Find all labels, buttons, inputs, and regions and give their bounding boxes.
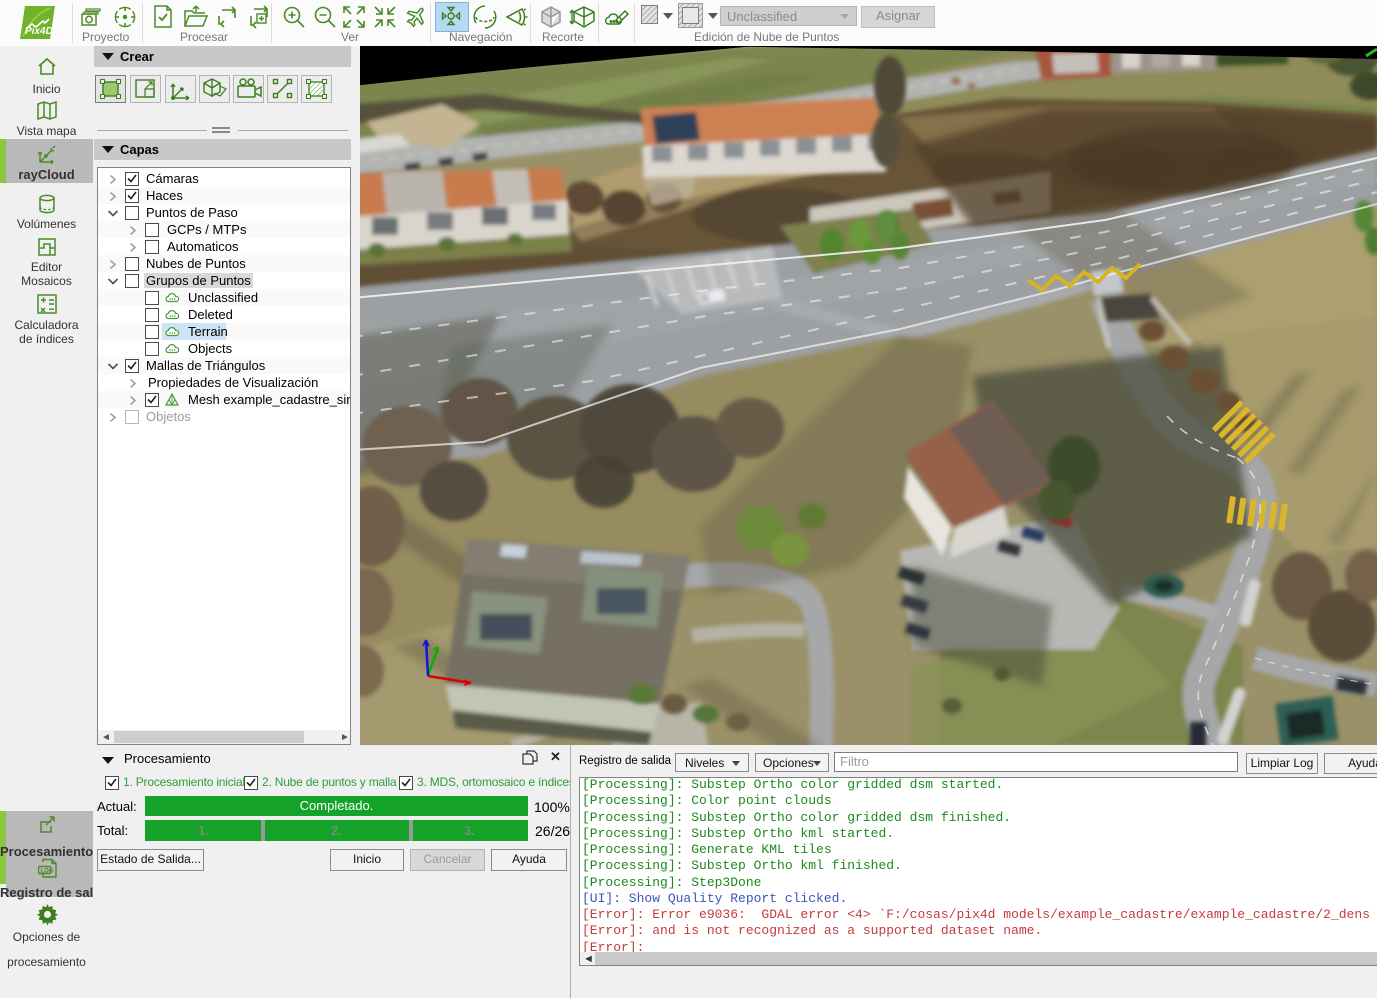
- svg-text:LOG: LOG: [41, 869, 54, 875]
- svg-text:Pix4D: Pix4D: [25, 26, 53, 37]
